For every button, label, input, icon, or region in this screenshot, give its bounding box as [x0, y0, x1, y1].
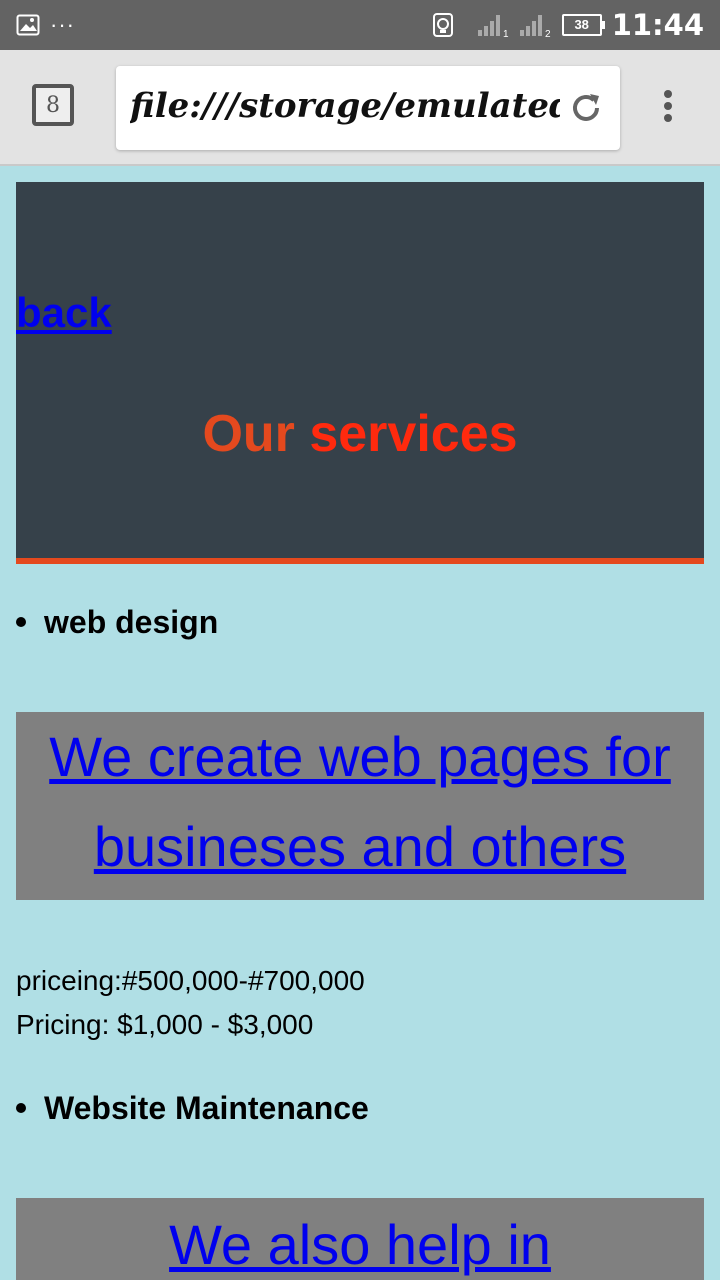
back-link[interactable]: back [16, 288, 112, 338]
signal-sim2-icon: 2 [519, 15, 551, 38]
address-bar[interactable]: file:///storage/emulated/0/I [116, 66, 620, 150]
price-usd: Pricing: $1,000 - $3,000 [16, 1009, 314, 1040]
tab-switcher-button[interactable]: 8 [32, 84, 74, 126]
url-text[interactable]: file:///storage/emulated/0/I [130, 78, 560, 134]
bullet-dot [16, 617, 26, 627]
alarm-icon [432, 13, 453, 37]
clock: 11:44 [611, 8, 704, 42]
service-name: Website Maintenance [44, 1090, 369, 1126]
service-item-website-maintenance: Website Maintenance [16, 1088, 369, 1128]
battery-icon: 38 [561, 14, 605, 36]
image-notification-icon [16, 14, 40, 36]
service-item-web-design: web design [16, 602, 218, 642]
signal-sim1-icon: 1 [477, 15, 509, 38]
service-description-box: We create web pages for busineses and ot… [16, 712, 704, 900]
price-local: priceing:#500,000-#700,000 [16, 965, 365, 996]
svg-text:1: 1 [503, 29, 509, 38]
page-title: Our services [16, 404, 704, 464]
service-name: web design [44, 604, 219, 640]
service-description-box: We also help in [16, 1198, 704, 1280]
browser-toolbar: 8 file:///storage/emulated/0/I [0, 50, 720, 166]
more-notifications-indicator: ··· [50, 12, 75, 37]
title-word-our: Our [202, 405, 295, 463]
bullet-dot [16, 1103, 26, 1113]
status-bar: ··· 1 2 38 11:44 [0, 0, 720, 50]
hero-header: back Our services [16, 182, 704, 564]
service-description-link[interactable]: We create web pages for busineses and ot… [49, 725, 671, 878]
service-description-link[interactable]: We also help in [16, 1200, 704, 1280]
title-word-services: services [309, 405, 518, 463]
svg-text:2: 2 [545, 29, 551, 38]
reload-icon[interactable] [566, 88, 606, 128]
overflow-menu-icon[interactable] [656, 90, 680, 130]
